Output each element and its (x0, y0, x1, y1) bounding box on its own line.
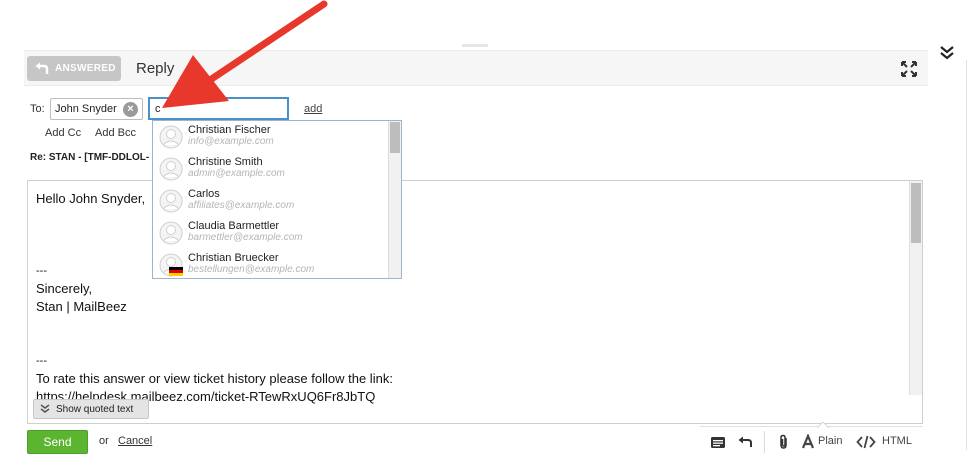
toolbar-separator (764, 431, 765, 453)
recipient-suggestions: Christian Fischer info@example.com Chris… (152, 120, 402, 279)
suggestion-item[interactable]: Christian Bruecker bestellungen@example.… (153, 249, 389, 278)
panel-divider (966, 60, 967, 450)
double-chevron-down-icon (40, 404, 50, 413)
cancel-link[interactable]: Cancel (118, 435, 152, 447)
code-icon (856, 435, 876, 449)
suggestion-item[interactable]: Christian Fischer info@example.com (153, 121, 389, 153)
suggestion-name: Christine Smith (188, 156, 263, 168)
answered-button[interactable]: ANSWERED (27, 56, 121, 81)
user-avatar-icon (159, 125, 183, 149)
rate-text-line: To rate this answer or view ticket histo… (36, 371, 393, 386)
template-icon[interactable] (710, 434, 726, 450)
add-cc-link[interactable]: Add Cc (45, 127, 81, 139)
remove-recipient-icon[interactable]: × (123, 102, 138, 117)
suggestion-name: Christian Bruecker (188, 252, 279, 264)
double-chevron-down-icon[interactable] (938, 44, 956, 62)
page-title: Reply (136, 60, 175, 77)
paperclip-icon[interactable] (776, 434, 792, 450)
add-recipient-link[interactable]: add (304, 103, 322, 115)
font-icon (801, 434, 815, 449)
sign-off-line: Sincerely, (36, 281, 93, 296)
user-avatar-icon (159, 221, 183, 245)
signature-line: Stan | MailBeez (36, 299, 127, 314)
recipient-chip[interactable]: John Snyder × (50, 98, 143, 120)
suggestions-scrollbar[interactable] (388, 121, 401, 278)
reply-icon[interactable] (737, 434, 753, 450)
recipient-chip-label: John Snyder (55, 103, 117, 115)
show-quoted-button[interactable]: Show quoted text (33, 399, 149, 419)
suggestion-email: bestellungen@example.com (188, 264, 315, 275)
plain-mode-button[interactable]: Plain (818, 435, 842, 447)
suggestion-item[interactable]: Christine Smith admin@example.com (153, 153, 389, 185)
answered-label: ANSWERED (55, 63, 116, 74)
suggestion-email: admin@example.com (188, 168, 285, 179)
separator-line: --- (36, 355, 47, 367)
subject-line: Re: STAN - [TMF-DDLOL- (30, 152, 150, 163)
html-mode-button[interactable]: HTML (882, 435, 912, 447)
suggestions-scroll-thumb[interactable] (390, 122, 400, 153)
reply-header: ANSWERED Reply (24, 50, 928, 86)
top-drag-handle (462, 44, 488, 47)
suggestion-email: barmettler@example.com (188, 232, 303, 243)
recipient-search-input[interactable] (148, 97, 289, 120)
to-label: To: (30, 103, 45, 115)
suggestion-name: Claudia Barmettler (188, 220, 280, 232)
suggestion-name: Christian Fischer (188, 124, 271, 136)
editor-scrollbar[interactable] (909, 181, 922, 395)
editor-scroll-thumb[interactable] (911, 183, 921, 243)
suggestion-email: affiliates@example.com (188, 200, 295, 211)
ticket-link[interactable]: https://helpdesk.mailbeez.com/ticket-RTe… (36, 388, 906, 406)
suggestion-name: Carlos (188, 188, 220, 200)
suggestion-item[interactable]: Claudia Barmettler barmettler@example.co… (153, 217, 389, 249)
fullscreen-icon[interactable] (901, 61, 917, 77)
user-avatar-icon (159, 189, 183, 213)
suggestion-item[interactable]: Carlos affiliates@example.com (153, 185, 389, 217)
suggestion-email: info@example.com (188, 136, 274, 147)
german-flag-icon (169, 267, 183, 276)
editor-toolbar: Plain HTML (700, 421, 923, 456)
toolbar-caret-icon (817, 421, 829, 428)
add-bcc-link[interactable]: Add Bcc (95, 127, 136, 139)
send-button[interactable]: Send (27, 430, 88, 454)
show-quoted-label: Show quoted text (56, 403, 134, 415)
user-avatar-icon (159, 157, 183, 181)
reply-arrow-icon (35, 62, 49, 74)
or-label: or (99, 435, 109, 447)
